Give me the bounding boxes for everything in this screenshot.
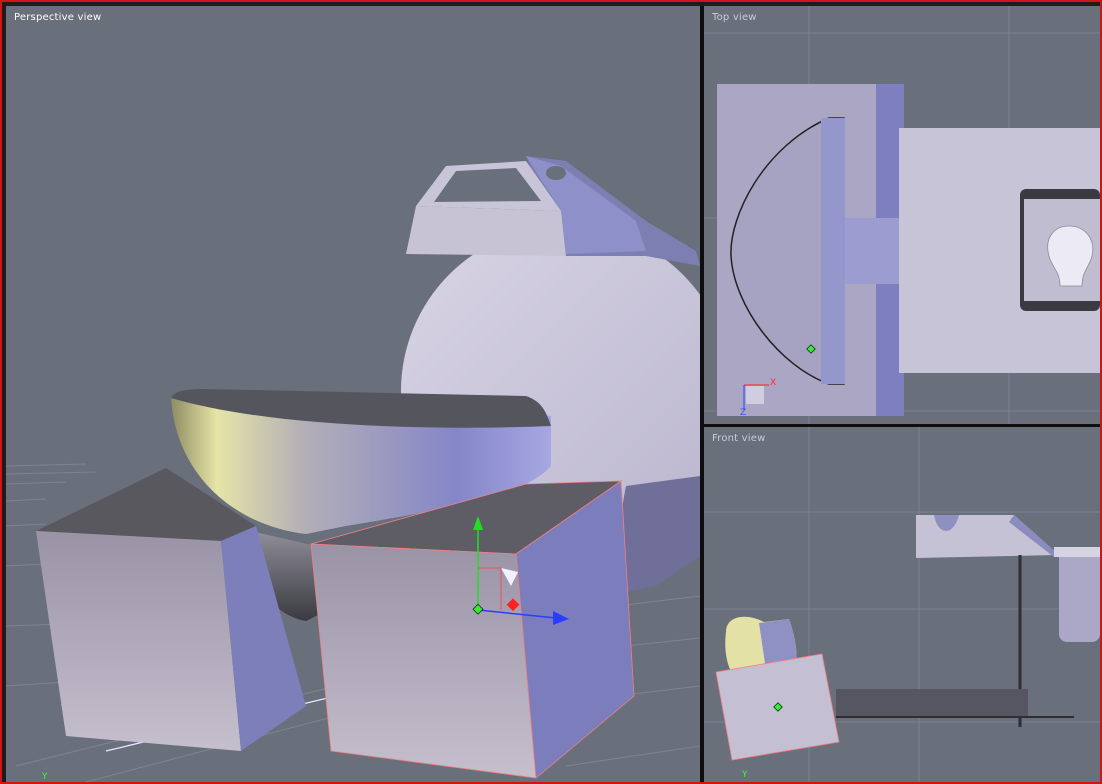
lid-front[interactable] <box>406 206 566 256</box>
y-axis-indicator: Y <box>42 772 48 782</box>
left-cube-front[interactable] <box>36 531 241 751</box>
x-axis-indicator: X <box>770 378 777 388</box>
z-axis-indicator: Z <box>740 408 747 418</box>
viewport-label: Top view <box>712 12 757 23</box>
front-floor-slab[interactable] <box>836 689 1028 717</box>
perspective-scene[interactable] <box>6 6 700 782</box>
front-cylinder-cap <box>1054 547 1100 557</box>
viewport-label: Front view <box>712 433 766 444</box>
top-scene[interactable] <box>704 6 1100 424</box>
lid-knob <box>546 166 566 180</box>
horizontal-splitter[interactable] <box>704 424 1100 427</box>
front-scene[interactable] <box>704 427 1100 782</box>
viewport-label: Perspective view <box>14 12 102 23</box>
y-axis-indicator: Y <box>742 770 748 780</box>
perspective-viewport[interactable]: Perspective view Y <box>6 6 700 782</box>
top-viewport[interactable]: Top view X Z <box>704 6 1100 424</box>
top-bowl-shade <box>821 118 845 384</box>
front-viewport[interactable]: Front view Y <box>704 427 1100 782</box>
app-window: Perspective view Y Top view X Z Front vi… <box>0 0 1102 784</box>
front-cylinder[interactable] <box>1059 547 1100 642</box>
top-connector <box>844 218 904 284</box>
right-cube-front[interactable] <box>310 543 537 779</box>
vertical-splitter[interactable] <box>700 6 704 782</box>
